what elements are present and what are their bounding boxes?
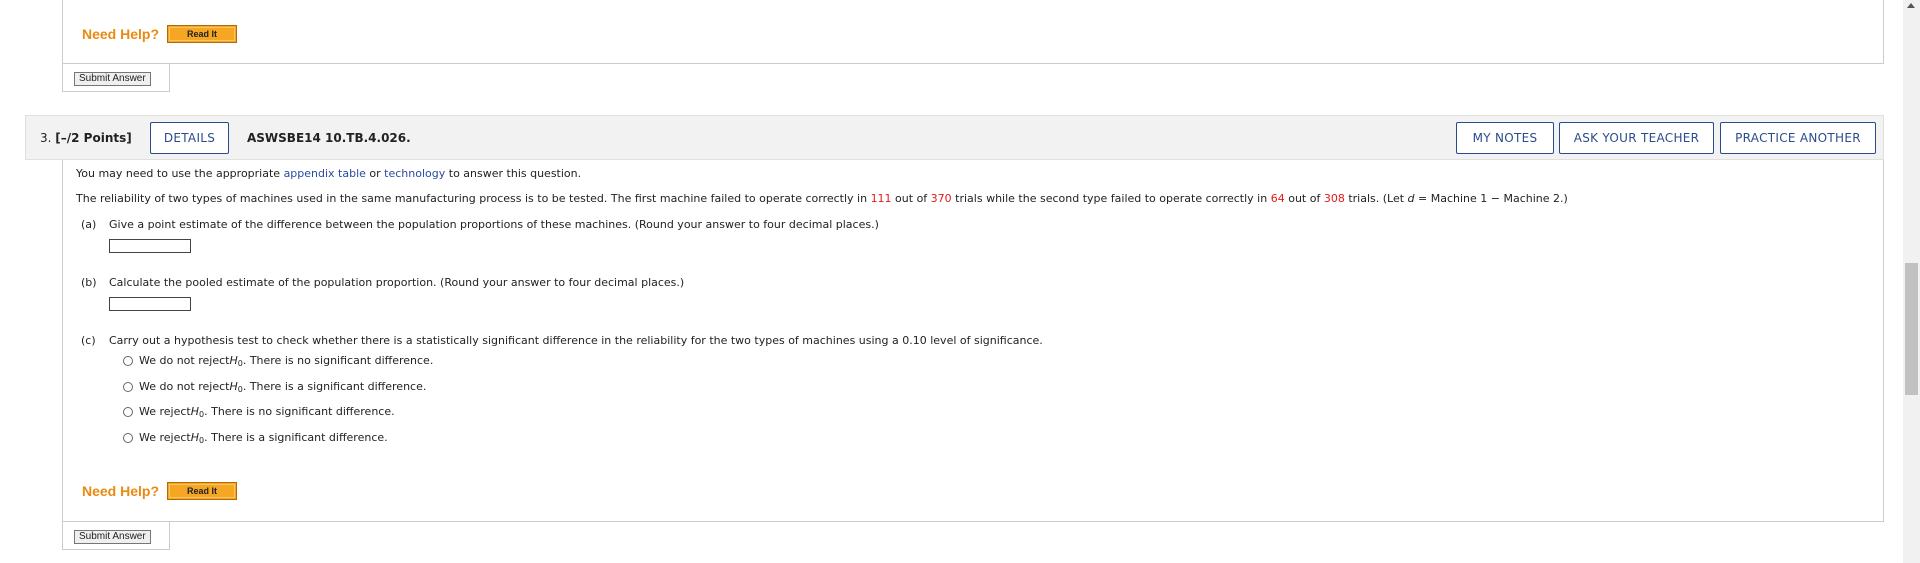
machine1-trials: 370: [930, 192, 952, 205]
need-help-label: Need Help?: [82, 26, 160, 42]
intro-or: or: [365, 167, 385, 180]
ask-your-teacher-button[interactable]: ASK YOUR TEACHER: [1559, 122, 1714, 154]
question-body: You may need to use the appropriate appe…: [62, 160, 1884, 522]
option-3-sub: 0: [199, 410, 205, 419]
machine2-failures: 64: [1270, 192, 1285, 205]
option-4[interactable]: We reject H0. There is a significant dif…: [123, 431, 388, 445]
option-2-post: . There is a significant difference.: [242, 380, 427, 393]
read-it-button-q3[interactable]: Read It: [167, 482, 238, 500]
option-1[interactable]: We do not reject H0. There is no signifi…: [123, 354, 434, 368]
let-prefix: trials. (Let: [1344, 192, 1408, 205]
problem-mid: trials while the second type failed to o…: [951, 192, 1271, 205]
practice-another-button[interactable]: PRACTICE ANOTHER: [1720, 122, 1876, 154]
intro-line: You may need to use the appropriate appe…: [76, 167, 581, 180]
need-help-row-q3: Need Help? Read It: [82, 482, 238, 500]
intro-suffix: to answer this question.: [445, 167, 582, 180]
option-4-h: H: [190, 431, 200, 444]
technology-link[interactable]: technology: [384, 167, 445, 180]
machine2-trials: 308: [1323, 192, 1345, 205]
option-4-sub: 0: [199, 436, 205, 445]
submit-answer-wrap-q3: Submit Answer: [62, 522, 170, 550]
part-b-label: (b): [81, 276, 97, 289]
option-4-radio[interactable]: [123, 432, 133, 443]
question-number-text: 3.: [40, 131, 52, 145]
option-4-post: . There is a significant difference.: [204, 431, 388, 444]
question-code: ASWSBE14 10.TB.4.026.: [247, 131, 411, 145]
option-3[interactable]: We reject H0. There is no significant di…: [123, 405, 395, 419]
submit-answer-button[interactable]: Submit Answer: [74, 72, 151, 86]
option-2-radio[interactable]: [123, 381, 133, 392]
need-help-label-q3: Need Help?: [82, 483, 160, 499]
part-a-answer-input[interactable]: [109, 239, 191, 253]
my-notes-button[interactable]: MY NOTES: [1456, 122, 1554, 154]
option-2-sub: 0: [237, 385, 243, 394]
option-3-h: H: [190, 405, 200, 418]
option-1-pre: We do not reject: [139, 354, 230, 367]
intro-prefix: You may need to use the appropriate: [76, 167, 284, 180]
option-3-pre: We reject: [139, 405, 191, 418]
scroll-up-arrow-icon[interactable]: [1907, 3, 1915, 8]
question-header: 3. [–/2 Points] DETAILS ASWSBE14 10.TB.4…: [25, 115, 1884, 160]
option-2-pre: We do not reject: [139, 380, 230, 393]
part-c-text: Carry out a hypothesis test to check whe…: [109, 334, 1043, 347]
appendix-table-link[interactable]: appendix table: [284, 167, 366, 180]
part-b-answer-input[interactable]: [109, 297, 191, 311]
need-help-row: Need Help? Read It: [82, 25, 238, 43]
question-number: 3. [–/2 Points]: [40, 131, 132, 145]
option-1-sub: 0: [237, 359, 243, 368]
part-c-label: (c): [81, 334, 96, 347]
option-1-radio[interactable]: [123, 355, 133, 366]
problem-prefix: The reliability of two types of machines…: [76, 192, 871, 205]
previous-question-panel: Need Help? Read It: [62, 0, 1884, 64]
out-of-1: out of: [891, 192, 931, 205]
option-3-post: . There is no significant difference.: [204, 405, 395, 418]
machine1-failures: 111: [870, 192, 892, 205]
out-of-2: out of: [1284, 192, 1324, 205]
problem-statement: The reliability of two types of machines…: [76, 192, 1568, 205]
option-2[interactable]: We do not reject H0. There is a signific…: [123, 380, 427, 394]
part-b-text: Calculate the pooled estimate of the pop…: [109, 276, 685, 289]
question-points: [–/2 Points]: [55, 131, 132, 145]
option-1-post: . There is no significant difference.: [242, 354, 434, 367]
scrollbar-thumb[interactable]: [1905, 263, 1918, 395]
vertical-scrollbar[interactable]: [1903, 0, 1920, 563]
read-it-button[interactable]: Read It: [167, 25, 238, 43]
let-suffix: = Machine 1 − Machine 2.): [1414, 192, 1568, 205]
option-1-h: H: [229, 354, 238, 367]
option-3-radio[interactable]: [123, 406, 133, 417]
submit-answer-wrap: Submit Answer: [62, 64, 170, 92]
part-a-text: Give a point estimate of the difference …: [109, 218, 879, 231]
option-2-h: H: [229, 380, 238, 393]
submit-answer-button-q3[interactable]: Submit Answer: [74, 530, 151, 544]
details-button[interactable]: DETAILS: [150, 122, 229, 154]
part-a-label: (a): [81, 218, 97, 231]
d-variable: d: [1407, 192, 1415, 205]
option-4-pre: We reject: [139, 431, 191, 444]
